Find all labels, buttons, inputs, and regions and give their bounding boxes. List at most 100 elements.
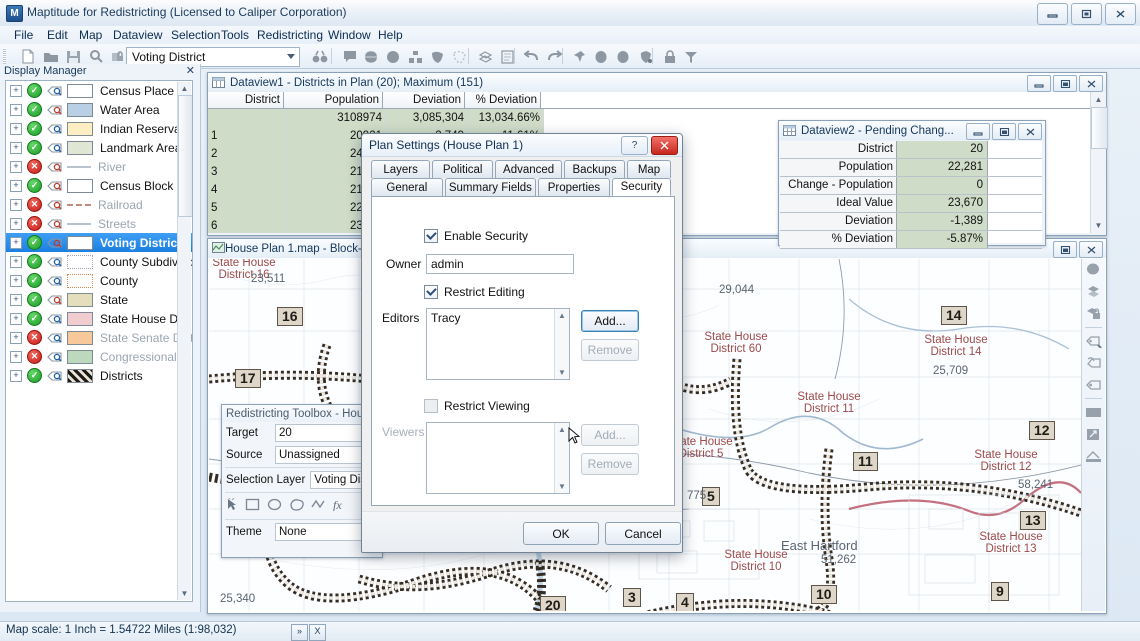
layer-item-landmark-area[interactable]: +✓Landmark Area xyxy=(6,138,192,157)
chevron-up-icon[interactable]: ▲ xyxy=(178,82,191,95)
label-toggle-icon[interactable] xyxy=(47,237,62,249)
expand-icon[interactable]: + xyxy=(10,123,22,135)
hidden-x-icon[interactable]: ✕ xyxy=(27,349,42,364)
layer-item-state-house-dist[interactable]: +✓State House Dist xyxy=(6,309,192,328)
tab-summary-fields[interactable]: Summary Fields xyxy=(445,178,536,196)
visible-check-icon[interactable]: ✓ xyxy=(27,178,42,193)
tab-security[interactable]: Security xyxy=(612,178,671,196)
dataview2-table[interactable]: District20Population22,281Change - Popul… xyxy=(780,141,1042,243)
hidden-x-icon[interactable]: ✕ xyxy=(27,330,42,345)
circle-select-icon[interactable] xyxy=(267,498,282,514)
label-icon[interactable] xyxy=(340,47,359,66)
list-item[interactable]: Tracy xyxy=(427,309,569,325)
district-icon[interactable] xyxy=(406,47,425,66)
line-select-icon[interactable] xyxy=(311,498,326,514)
layer-item-indian-reservation[interactable]: +✓Indian Reservation xyxy=(6,119,192,138)
tab-map[interactable]: Map xyxy=(627,160,671,178)
measure-icon[interactable] xyxy=(1082,445,1105,467)
formula-icon[interactable]: fx xyxy=(333,498,347,514)
select-arrow-icon[interactable] xyxy=(1082,259,1105,281)
maximize-icon[interactable] xyxy=(1053,75,1077,92)
label-toggle-icon[interactable] xyxy=(47,370,62,382)
chevron-down-icon[interactable]: ▼ xyxy=(178,587,191,600)
filter-icon[interactable] xyxy=(681,47,700,66)
minimize-icon[interactable] xyxy=(1037,3,1068,25)
layer-item-county[interactable]: +✓County xyxy=(6,271,192,290)
label-toggle-icon[interactable] xyxy=(47,180,62,192)
label-toggle-icon[interactable] xyxy=(47,161,62,173)
expand-icon[interactable]: + xyxy=(10,85,22,97)
column-header[interactable]: Population xyxy=(284,92,383,108)
layers-icon[interactable] xyxy=(476,47,495,66)
tag-add-icon[interactable] xyxy=(1082,330,1105,352)
cancel-button[interactable]: Cancel xyxy=(605,522,681,545)
chevron-up-icon[interactable]: ▲ xyxy=(1091,92,1106,107)
chevron-down-icon[interactable]: ▼ xyxy=(555,480,569,493)
rectangle-icon[interactable] xyxy=(1082,401,1105,423)
layers-stack-icon[interactable] xyxy=(1082,281,1105,303)
tab-backups[interactable]: Backups xyxy=(564,160,625,178)
menu-dataview[interactable]: Dataview xyxy=(107,28,168,43)
lock-tool-icon[interactable] xyxy=(1082,303,1105,325)
visible-check-icon[interactable]: ✓ xyxy=(27,121,42,136)
hidden-x-icon[interactable]: ✕ xyxy=(27,159,42,174)
layer-item-census-place[interactable]: +✓Census Place xyxy=(6,81,192,100)
label-toggle-icon[interactable] xyxy=(47,256,62,268)
scrollbar-thumb[interactable] xyxy=(178,95,193,217)
close-icon[interactable]: ✕ xyxy=(186,64,195,78)
minimize-icon[interactable] xyxy=(1027,75,1051,92)
column-header[interactable]: % Deviation xyxy=(465,92,541,108)
chevron-up-icon[interactable]: ▲ xyxy=(555,309,569,322)
close-icon[interactable] xyxy=(1079,75,1103,92)
expand-icon[interactable]: + xyxy=(10,332,22,344)
menu-tools[interactable]: Tools xyxy=(215,28,255,43)
dataview2-row[interactable]: Population22,281 xyxy=(780,159,1042,177)
expand-icon[interactable]: + xyxy=(10,142,22,154)
expand-status-button[interactable]: » xyxy=(291,624,308,641)
maximize-icon[interactable] xyxy=(992,123,1016,140)
editors-listbox[interactable]: Tracy ▲ ▼ xyxy=(426,308,570,380)
tab-general[interactable]: General xyxy=(371,178,443,196)
expand-icon[interactable]: + xyxy=(10,199,22,211)
layer-item-state-senate-dist[interactable]: +✕State Senate Dist xyxy=(6,328,192,347)
expand-icon[interactable]: + xyxy=(10,161,22,173)
layer-item-water-area[interactable]: +✓Water Area xyxy=(6,100,192,119)
minimize-icon[interactable] xyxy=(966,123,990,140)
maximize-icon[interactable] xyxy=(1053,241,1077,258)
tab-layers[interactable]: Layers xyxy=(371,160,430,178)
visible-check-icon[interactable]: ✓ xyxy=(27,273,42,288)
tab-political[interactable]: Political xyxy=(432,160,493,178)
visible-check-icon[interactable]: ✓ xyxy=(27,292,42,307)
close-icon[interactable] xyxy=(1079,241,1103,258)
menu-redistricting[interactable]: Redistricting xyxy=(251,28,329,43)
menu-map[interactable]: Map xyxy=(73,28,108,43)
expand-icon[interactable]: + xyxy=(10,180,22,192)
layer-item-census-block[interactable]: +✓Census Block xyxy=(6,176,192,195)
expand-icon[interactable]: + xyxy=(10,294,22,306)
dataview2-row[interactable]: % Deviation-5.87% xyxy=(780,231,1042,249)
visible-check-icon[interactable]: ✓ xyxy=(27,254,42,269)
pin-icon[interactable] xyxy=(570,47,589,66)
help-icon[interactable]: ? xyxy=(621,136,648,155)
ok-button[interactable]: OK xyxy=(523,522,599,545)
shape-icon[interactable] xyxy=(428,47,447,66)
viewers-scrollbar[interactable]: ▲ ▼ xyxy=(554,423,569,493)
chevron-down-icon[interactable]: ▼ xyxy=(555,366,569,379)
expand-icon[interactable]: + xyxy=(10,313,22,325)
scrollbar-thumb[interactable] xyxy=(1091,107,1108,149)
layer-list-scrollbar[interactable]: ▲▼ xyxy=(177,82,191,600)
layer-item-congressional-dist[interactable]: +✕Congressional Dist xyxy=(6,347,192,366)
expand-icon[interactable]: + xyxy=(10,351,22,363)
close-icon[interactable] xyxy=(1018,123,1042,140)
expand-icon[interactable]: + xyxy=(10,237,22,249)
visible-check-icon[interactable]: ✓ xyxy=(27,368,42,383)
chevron-down-icon[interactable]: ▼ xyxy=(1091,218,1106,233)
close-status-button[interactable]: X xyxy=(309,624,326,641)
visible-check-icon[interactable]: ✓ xyxy=(27,102,42,117)
restrict-editing-checkbox[interactable]: Restrict Editing xyxy=(424,285,525,299)
label-toggle-icon[interactable] xyxy=(47,142,62,154)
label-toggle-icon[interactable] xyxy=(47,218,62,230)
viewers-listbox[interactable]: ▲ ▼ xyxy=(426,422,570,494)
label-toggle-icon[interactable] xyxy=(47,104,62,116)
expand-icon[interactable]: + xyxy=(10,256,22,268)
